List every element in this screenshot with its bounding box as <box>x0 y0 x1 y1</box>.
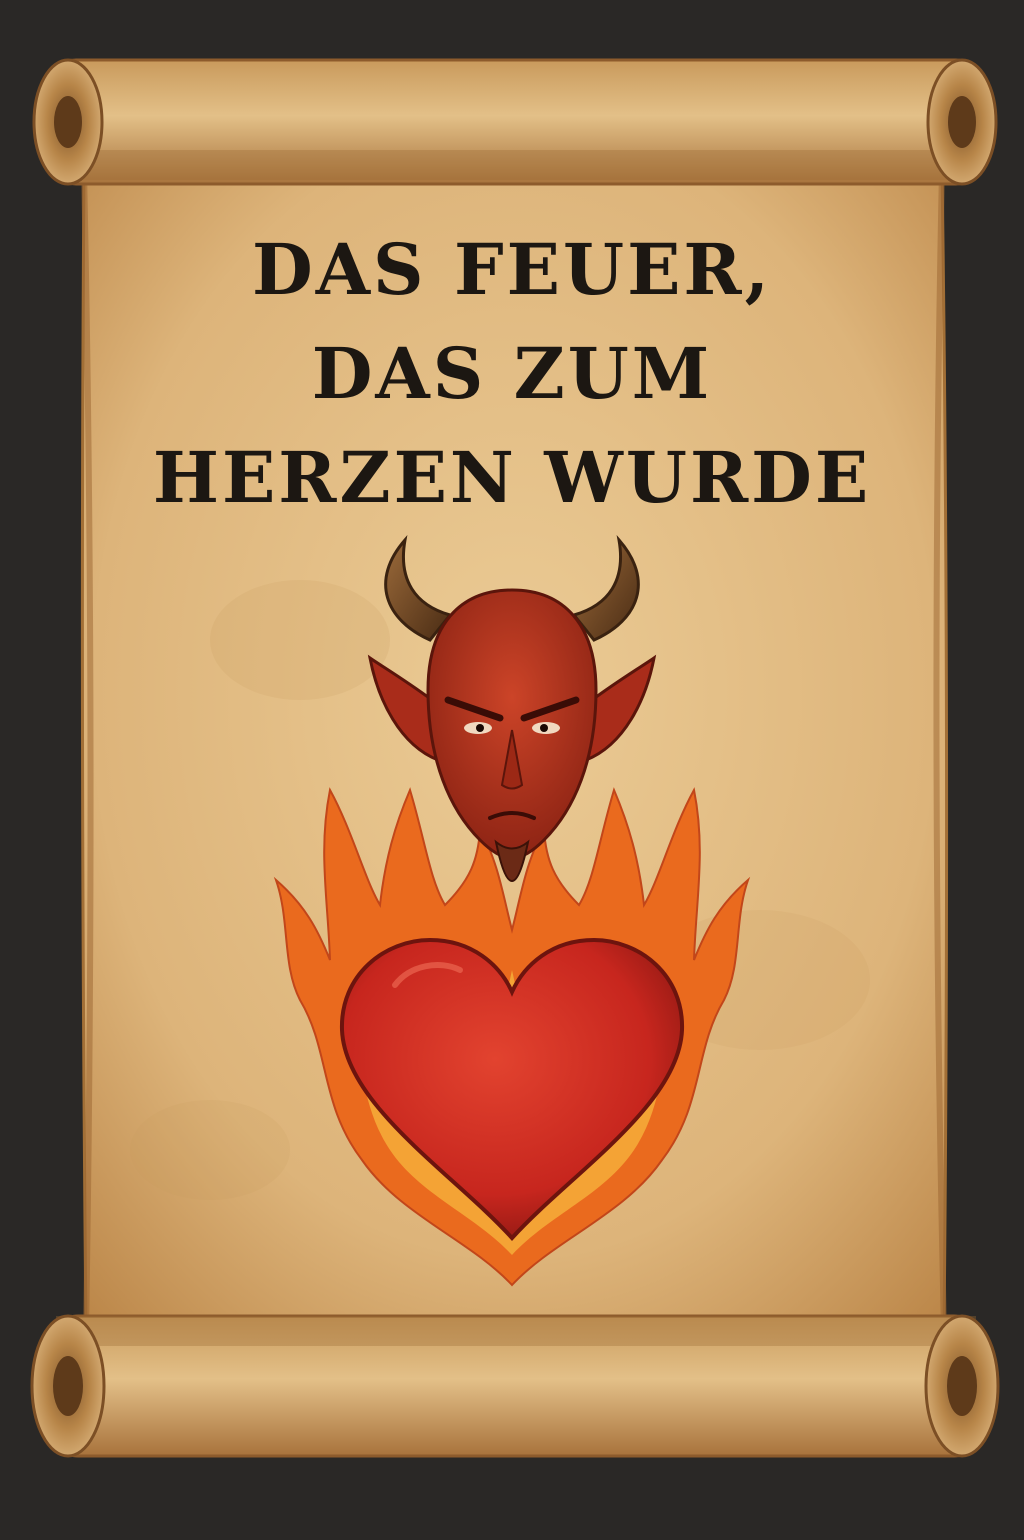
bottom-scroll-roll <box>30 1314 1000 1458</box>
title-line-1: DAS FEUER, <box>252 228 772 311</box>
title-line-2: DAS ZUM <box>311 332 713 415</box>
top-scroll-roll <box>32 58 998 186</box>
title-line-3: HERZEN WURDE <box>152 436 872 519</box>
poster-title: DAS FEUER, DAS ZUM HERZEN WURDE <box>92 218 932 530</box>
poster-scene: DAS FEUER, DAS ZUM HERZEN WURDE <box>0 0 1024 1536</box>
